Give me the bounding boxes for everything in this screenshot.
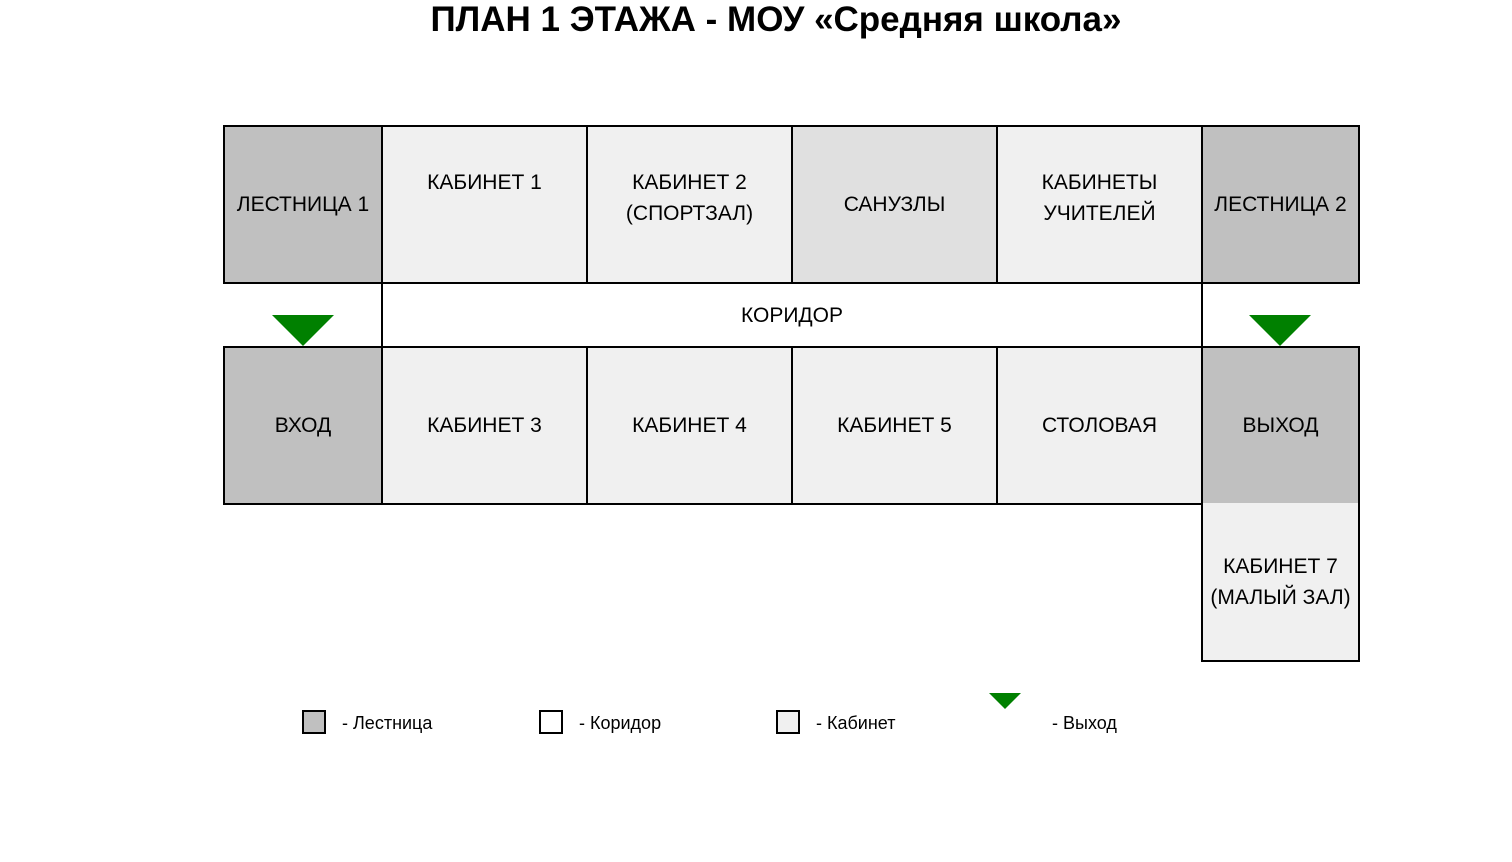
room-label: КАБИНЕТ 5 [837, 414, 952, 437]
legend-exit-marker-icon [989, 693, 1021, 709]
room-label: КАБИНЕТ 2 (СПОРТЗАЛ) [625, 171, 754, 225]
legend-swatch-stair [302, 710, 326, 734]
room-sanitary: САНУЗЛЫ [791, 125, 998, 284]
room-exit: ВЫХОД [1201, 346, 1360, 505]
exit-marker-left [272, 315, 334, 346]
room-label: СТОЛОВАЯ [1041, 414, 1158, 437]
room-label: ЛЕСТНИЦА 2 [1214, 193, 1347, 216]
page-title: ПЛАН 1 ЭТАЖА - МОУ «Средняя школа» [430, 0, 1122, 39]
room-cabinet-5: КАБИНЕТ 5 [791, 346, 998, 505]
room-label: КАБИНЕТЫ УЧИТЕЛЕЙ [1041, 171, 1158, 225]
room-label: КАБИНЕТ 4 [632, 414, 747, 437]
legend-label-exit: - Выход [1052, 713, 1117, 733]
legend-label-stair: - Лестница [342, 713, 433, 733]
room-canteen: СТОЛОВАЯ [996, 346, 1203, 505]
room-label: ВЫХОД [1242, 414, 1319, 437]
room-stair-1: ЛЕСТНИЦА 1 [223, 125, 383, 284]
legend-swatch-room [776, 710, 800, 734]
room-cabinet-7: КАБИНЕТ 7 (МАЛЫЙ ЗАЛ) [1201, 503, 1360, 662]
room-teachers: КАБИНЕТЫ УЧИТЕЛЕЙ [996, 125, 1203, 284]
room-cabinet-2: КАБИНЕТ 2 (СПОРТЗАЛ) [586, 125, 793, 284]
room-corridor: КОРИДОР [381, 282, 1203, 348]
room-label: ЛЕСТНИЦА 1 [236, 193, 370, 216]
room-cabinet-3: КАБИНЕТ 3 [381, 346, 588, 505]
room-label: КАБИНЕТ 3 [427, 414, 542, 437]
room-cabinet-4: КАБИНЕТ 4 [586, 346, 793, 505]
exit-marker-right [1249, 315, 1311, 346]
room-label: КОРИДОР [741, 303, 843, 327]
legend-label-room: - Кабинет [816, 713, 896, 733]
room-label: КАБИНЕТ 1 [427, 171, 542, 194]
legend-label-corridor: - Коридор [579, 713, 662, 733]
room-label: КАБИНЕТ 7 (МАЛЫЙ ЗАЛ) [1210, 554, 1351, 609]
room-label: ВХОД [274, 414, 332, 437]
legend-swatch-corridor [539, 710, 563, 734]
room-label: САНУЗЛЫ [843, 193, 946, 216]
room-cabinet-1: КАБИНЕТ 1 [381, 125, 588, 284]
room-stair-2: ЛЕСТНИЦА 2 [1201, 125, 1360, 284]
room-entrance: ВХОД [223, 346, 383, 505]
